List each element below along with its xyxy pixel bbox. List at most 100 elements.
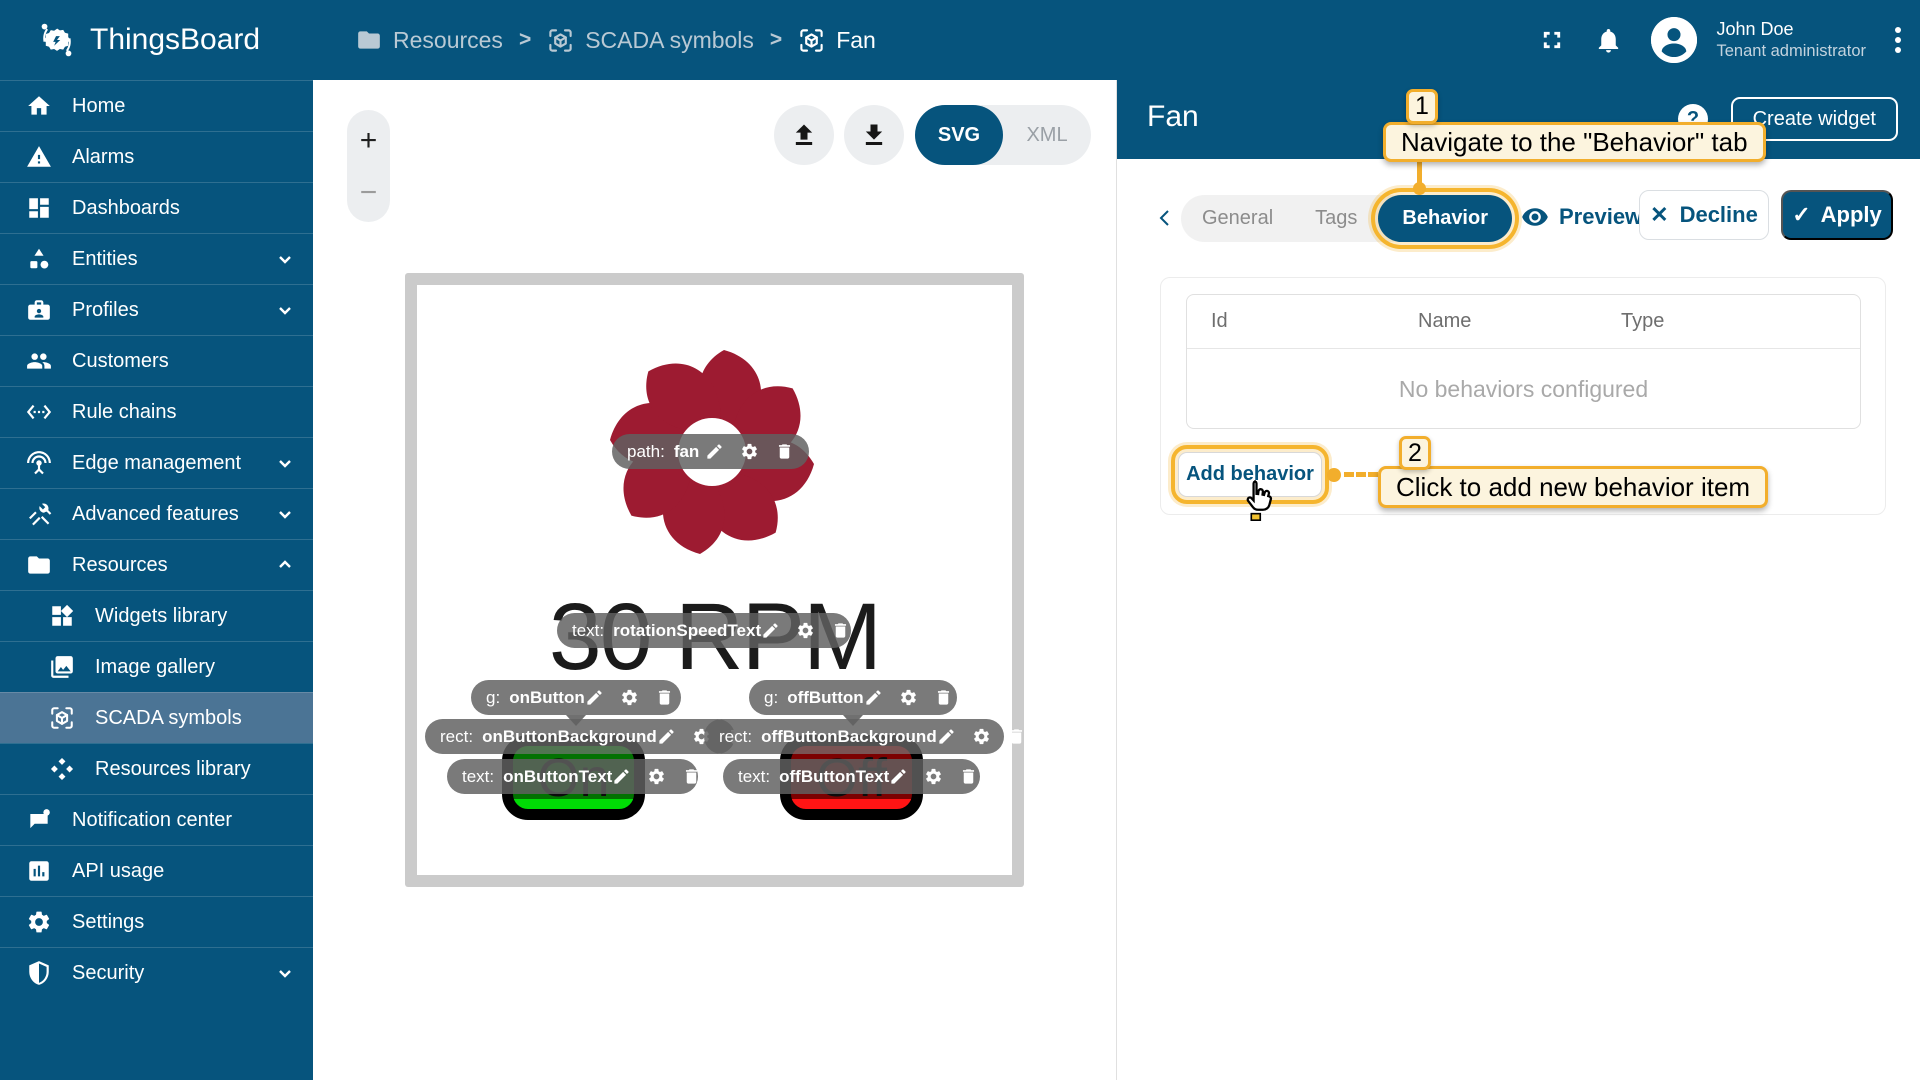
sidebar-item-alarms[interactable]: Alarms xyxy=(0,131,313,182)
top-actions: John Doe Tenant administrator xyxy=(1538,0,1903,80)
sidebar-item-resources-library[interactable]: Resources library xyxy=(0,743,313,794)
tab-tags[interactable]: Tags xyxy=(1294,207,1378,230)
user-role: Tenant administrator xyxy=(1717,41,1867,62)
notifications-bell-icon[interactable] xyxy=(1594,26,1623,55)
settings-icon[interactable] xyxy=(972,727,991,746)
edit-icon[interactable] xyxy=(612,767,631,786)
sidebar-item-image-gallery[interactable]: Image gallery xyxy=(0,641,313,692)
empty-state-text: No behaviors configured xyxy=(1187,349,1860,429)
panel-title: Fan xyxy=(1147,100,1199,134)
breadcrumb-separator: > xyxy=(519,28,531,52)
delete-icon[interactable] xyxy=(831,621,850,640)
sidebar-item-settings[interactable]: Settings xyxy=(0,896,313,947)
delete-icon[interactable] xyxy=(1007,727,1026,746)
chevron-up-icon xyxy=(277,557,293,573)
sidebar-item-customers[interactable]: Customers xyxy=(0,335,313,386)
tag-g-off-button[interactable]: g:offButton xyxy=(749,680,957,715)
zoom-out-button[interactable]: − xyxy=(347,176,390,210)
step-2-connector-dot xyxy=(1327,468,1341,482)
settings-icon[interactable] xyxy=(740,442,759,461)
sidebar-item-edge-management[interactable]: Edge management xyxy=(0,437,313,488)
sidebar-item-home[interactable]: Home xyxy=(0,80,313,131)
tab-general[interactable]: General xyxy=(1181,207,1294,230)
scada-symbol-icon xyxy=(49,705,75,731)
panel-toolbar: General Tags Behavior Preview ✕ Decline … xyxy=(1117,159,1920,277)
folder-icon xyxy=(356,27,382,53)
settings-icon[interactable] xyxy=(924,767,943,786)
delete-icon[interactable] xyxy=(775,442,794,461)
edit-icon[interactable] xyxy=(761,621,780,640)
sidebar-item-dashboards[interactable]: Dashboards xyxy=(0,182,313,233)
close-icon: ✕ xyxy=(1650,202,1668,228)
sidebar-item-api-usage[interactable]: API usage xyxy=(0,845,313,896)
step-2-callout: Click to add new behavior item xyxy=(1378,466,1768,508)
edit-icon[interactable] xyxy=(864,688,883,707)
kebab-menu-icon[interactable] xyxy=(1894,24,1902,56)
people-icon xyxy=(26,348,52,374)
antenna-icon xyxy=(26,450,52,476)
badge-icon xyxy=(26,297,52,323)
download-button[interactable] xyxy=(844,105,904,165)
edit-icon[interactable] xyxy=(937,727,956,746)
toggle-svg[interactable]: SVG xyxy=(915,105,1003,165)
edit-icon[interactable] xyxy=(889,767,908,786)
sidebar-item-rule-chains[interactable]: Rule chains xyxy=(0,386,313,437)
edit-icon[interactable] xyxy=(585,688,604,707)
chevron-down-icon xyxy=(277,302,293,318)
tag-text-off-button-text[interactable]: text:offButtonText xyxy=(723,759,980,794)
breadcrumb-fan[interactable]: Fan xyxy=(798,27,876,54)
settings-icon[interactable] xyxy=(899,688,918,707)
tabs-scroll-left-icon[interactable] xyxy=(1155,208,1175,228)
settings-icon[interactable] xyxy=(647,767,666,786)
sidebar-item-advanced-features[interactable]: Advanced features xyxy=(0,488,313,539)
sidebar-item-resources[interactable]: Resources xyxy=(0,539,313,590)
tag-text-rotation-speed[interactable]: text:rotationSpeedText xyxy=(557,613,851,648)
svg-editor-surface[interactable]: 30 RPM On Off path:fan text:rotationSpee… xyxy=(417,285,1012,875)
fullscreen-icon[interactable] xyxy=(1538,26,1566,54)
preview-button[interactable]: Preview xyxy=(1521,203,1642,231)
tag-path-fan[interactable]: path:fan xyxy=(612,434,809,469)
breadcrumb: Resources > SCADA symbols > Fan xyxy=(356,0,876,80)
symbol-details-panel: Fan ? Create widget General Tags Behavio… xyxy=(1117,80,1920,1080)
sidebar-item-notification-center[interactable]: Notification center xyxy=(0,794,313,845)
thingsboard-app: ThingsBoard Resources > SCADA symbols > … xyxy=(0,0,1920,1080)
edit-icon[interactable] xyxy=(657,727,676,746)
folder-icon xyxy=(26,552,52,578)
upload-button[interactable] xyxy=(774,105,834,165)
toggle-xml[interactable]: XML xyxy=(1003,105,1091,165)
breadcrumb-scada-symbols[interactable]: SCADA symbols xyxy=(547,27,754,54)
tag-text-on-button-text[interactable]: text:onButtonText xyxy=(447,759,698,794)
scada-editor-canvas: + − SVG XML xyxy=(313,80,1117,1080)
download-icon xyxy=(860,121,888,149)
delete-icon[interactable] xyxy=(655,688,674,707)
user-avatar[interactable] xyxy=(1651,17,1697,63)
scada-symbol-icon xyxy=(547,27,574,54)
decline-button[interactable]: ✕ Decline xyxy=(1639,190,1769,240)
thingsboard-logo-icon xyxy=(34,17,80,63)
breadcrumb-separator: > xyxy=(770,28,782,52)
edit-icon[interactable] xyxy=(705,442,724,461)
tag-g-on-button[interactable]: g:onButton xyxy=(471,680,681,715)
delete-icon[interactable] xyxy=(959,767,978,786)
tab-behavior[interactable]: Behavior xyxy=(1378,195,1512,242)
sidebar-item-profiles[interactable]: Profiles xyxy=(0,284,313,335)
step-2-connector-dashes xyxy=(1344,472,1378,477)
sidebar-item-entities[interactable]: Entities xyxy=(0,233,313,284)
notification-center-icon xyxy=(26,807,52,833)
breadcrumb-resources[interactable]: Resources xyxy=(356,27,503,54)
apply-button[interactable]: ✓ Apply xyxy=(1781,190,1893,240)
image-gallery-icon xyxy=(49,654,75,680)
sidebar-item-widgets-library[interactable]: Widgets library xyxy=(0,590,313,641)
entities-shapes-icon xyxy=(26,246,52,272)
zoom-in-button[interactable]: + xyxy=(347,124,390,158)
sidebar-item-scada-symbols[interactable]: SCADA symbols xyxy=(0,692,313,743)
thingsboard-logo[interactable]: ThingsBoard xyxy=(34,0,260,80)
user-name: John Doe xyxy=(1717,18,1867,41)
delete-icon[interactable] xyxy=(934,688,953,707)
delete-icon[interactable] xyxy=(682,767,701,786)
settings-icon[interactable] xyxy=(796,621,815,640)
user-info[interactable]: John Doe Tenant administrator xyxy=(1717,18,1867,61)
settings-icon[interactable] xyxy=(620,688,639,707)
sidebar-item-security[interactable]: Security xyxy=(0,947,313,998)
step-1-connector-dot xyxy=(1413,182,1426,195)
